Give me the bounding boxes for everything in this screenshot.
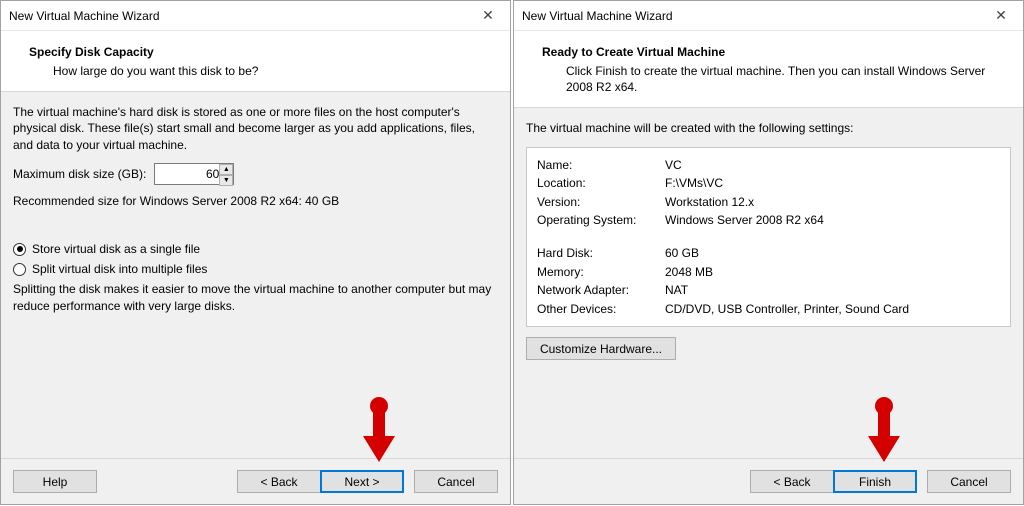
- window-title: New Virtual Machine Wizard: [9, 9, 160, 23]
- button-bar: < Back Finish Cancel: [514, 458, 1023, 504]
- titlebar: New Virtual Machine Wizard ✕: [514, 1, 1023, 31]
- next-button[interactable]: Next >: [320, 470, 404, 493]
- close-icon[interactable]: ✕: [470, 4, 506, 28]
- content-area: The virtual machine's hard disk is store…: [1, 92, 510, 458]
- lead-text: The virtual machine will be created with…: [526, 120, 1011, 136]
- spinner-buttons[interactable]: ▲▼: [219, 164, 233, 184]
- summary-row: Other Devices:CD/DVD, USB Controller, Pr…: [537, 300, 1000, 319]
- summary-key: Memory:: [537, 263, 665, 282]
- split-hint: Splitting the disk makes it easier to mo…: [13, 281, 498, 313]
- back-button[interactable]: < Back: [237, 470, 321, 493]
- summary-value: 2048 MB: [665, 263, 713, 282]
- page-title: Ready to Create Virtual Machine: [542, 45, 995, 59]
- summary-value: 60 GB: [665, 244, 699, 263]
- summary-key: Name:: [537, 156, 665, 175]
- summary-value: NAT: [665, 281, 688, 300]
- disk-capacity-dialog: New Virtual Machine Wizard ✕ Specify Dis…: [0, 0, 511, 505]
- summary-key: Operating System:: [537, 211, 665, 230]
- summary-value: CD/DVD, USB Controller, Printer, Sound C…: [665, 300, 909, 319]
- page-subtitle: How large do you want this disk to be?: [53, 63, 482, 79]
- page-title: Specify Disk Capacity: [29, 45, 482, 59]
- summary-value: VC: [665, 156, 682, 175]
- recommended-text: Recommended size for Windows Server 2008…: [13, 193, 498, 209]
- summary-key: Version:: [537, 193, 665, 212]
- back-button[interactable]: < Back: [750, 470, 834, 493]
- wizard-header: Ready to Create Virtual Machine Click Fi…: [514, 31, 1023, 108]
- summary-row: Memory:2048 MB: [537, 263, 1000, 282]
- content-area: The virtual machine will be created with…: [514, 108, 1023, 458]
- cancel-button[interactable]: Cancel: [927, 470, 1011, 493]
- radio-icon: [13, 263, 26, 276]
- summary-key: Other Devices:: [537, 300, 665, 319]
- ready-dialog: New Virtual Machine Wizard ✕ Ready to Cr…: [513, 0, 1024, 505]
- help-button[interactable]: Help: [13, 470, 97, 493]
- radio-label: Split virtual disk into multiple files: [32, 261, 207, 277]
- summary-value: Workstation 12.x: [665, 193, 754, 212]
- close-icon[interactable]: ✕: [983, 4, 1019, 28]
- button-bar: Help < Back Next > Cancel: [1, 458, 510, 504]
- max-disk-label: Maximum disk size (GB):: [13, 166, 146, 182]
- wizard-header: Specify Disk Capacity How large do you w…: [1, 31, 510, 92]
- summary-row: Location:F:\VMs\VC: [537, 174, 1000, 193]
- titlebar: New Virtual Machine Wizard ✕: [1, 1, 510, 31]
- summary-row: Operating System:Windows Server 2008 R2 …: [537, 211, 1000, 230]
- summary-value: Windows Server 2008 R2 x64: [665, 211, 824, 230]
- intro-text: The virtual machine's hard disk is store…: [13, 104, 498, 153]
- customize-hardware-button[interactable]: Customize Hardware...: [526, 337, 676, 360]
- summary-key: Network Adapter:: [537, 281, 665, 300]
- summary-row: Version:Workstation 12.x: [537, 193, 1000, 212]
- summary-row: Hard Disk:60 GB: [537, 244, 1000, 263]
- radio-store-single[interactable]: Store virtual disk as a single file: [13, 241, 498, 257]
- radio-icon: [13, 243, 26, 256]
- annotation-arrow-icon: [864, 396, 904, 466]
- page-subtitle: Click Finish to create the virtual machi…: [566, 63, 995, 95]
- radio-split-multiple[interactable]: Split virtual disk into multiple files: [13, 261, 498, 277]
- window-title: New Virtual Machine Wizard: [522, 9, 673, 23]
- annotation-arrow-icon: [359, 396, 399, 466]
- summary-key: Hard Disk:: [537, 244, 665, 263]
- summary-row: Name:VC: [537, 156, 1000, 175]
- summary-key: Location:: [537, 174, 665, 193]
- summary-row: Network Adapter:NAT: [537, 281, 1000, 300]
- summary-box: Name:VCLocation:F:\VMs\VCVersion:Worksta…: [526, 147, 1011, 328]
- cancel-button[interactable]: Cancel: [414, 470, 498, 493]
- summary-value: F:\VMs\VC: [665, 174, 723, 193]
- radio-label: Store virtual disk as a single file: [32, 241, 200, 257]
- finish-button[interactable]: Finish: [833, 470, 917, 493]
